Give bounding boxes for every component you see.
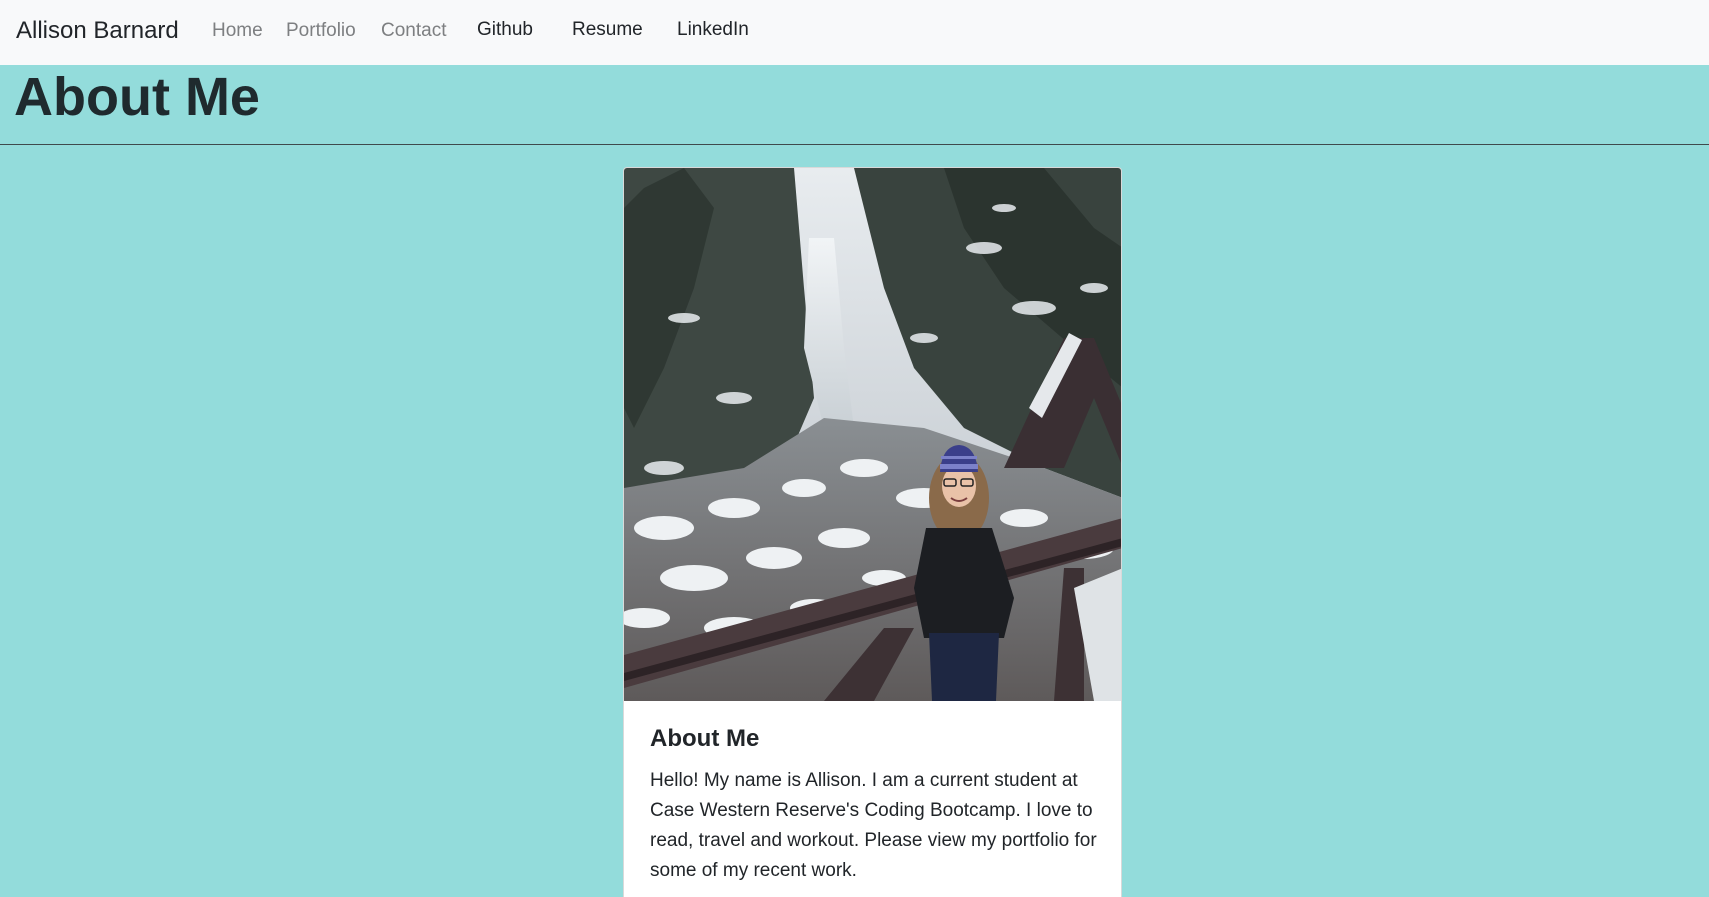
about-card: About Me Hello! My name is Allison. I am…	[623, 167, 1122, 897]
page-title: About Me	[14, 67, 260, 127]
top-navbar: Allison Barnard Home Portfolio Contact G…	[0, 0, 1709, 65]
nav-link-linkedin[interactable]: LinkedIn	[677, 19, 749, 41]
profile-photo	[624, 168, 1121, 701]
nav-link-contact[interactable]: Contact	[381, 20, 446, 42]
header-divider	[0, 144, 1709, 145]
nav-link-github[interactable]: Github	[477, 19, 533, 41]
card-title: About Me	[650, 725, 760, 752]
nav-link-portfolio[interactable]: Portfolio	[286, 20, 356, 42]
card-text: Hello! My name is Allison. I am a curren…	[650, 770, 1097, 881]
card-body: About Me Hello! My name is Allison. I am…	[650, 724, 1100, 886]
nav-link-resume[interactable]: Resume	[572, 19, 643, 41]
nav-link-home[interactable]: Home	[212, 20, 263, 42]
navbar-brand[interactable]: Allison Barnard	[16, 17, 179, 45]
